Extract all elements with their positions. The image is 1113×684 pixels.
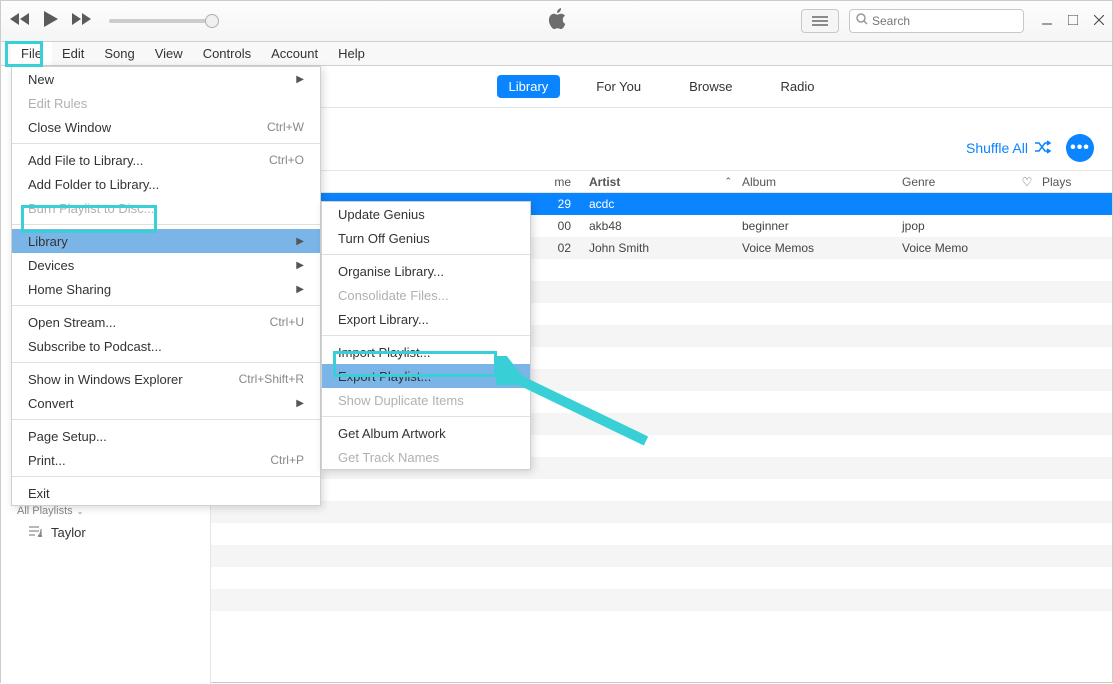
sidebar-item-taylor[interactable]: Taylor (1, 521, 210, 544)
library-submenu: Update Genius Turn Off Genius Organise L… (321, 201, 531, 470)
col-artist-label: Artist (589, 175, 620, 189)
menu-edit-rules: Edit Rules (12, 91, 320, 115)
sort-asc-icon: ⌃ (724, 176, 732, 187)
toolbar-right (801, 9, 1104, 33)
submenu-caret-icon: ▶ (296, 236, 304, 247)
search-box[interactable] (849, 9, 1024, 33)
cell-artist: acdc (581, 197, 742, 211)
cell-artist: John Smith (581, 241, 742, 255)
shuffle-label: Shuffle All (966, 140, 1028, 156)
sidebar-heading-label: All Playlists (17, 505, 73, 517)
menu-burn: Burn Playlist to Disc... (12, 196, 320, 220)
menu-subscribe[interactable]: Subscribe to Podcast... (12, 334, 320, 358)
cell-artist: akb48 (581, 219, 742, 233)
search-icon (856, 12, 868, 30)
nav-tab-library[interactable]: Library (497, 75, 561, 98)
menu-add-folder[interactable]: Add Folder to Library... (12, 172, 320, 196)
submenu-caret-icon: ▶ (296, 284, 304, 295)
search-input[interactable] (872, 14, 1017, 28)
col-album[interactable]: Album (742, 175, 902, 189)
menu-bar: File Edit Song View Controls Account Hel… (1, 42, 1112, 66)
heart-icon: ♡ (1022, 175, 1033, 189)
maximize-button[interactable] (1068, 12, 1078, 30)
menu-add-file[interactable]: Add File to Library...Ctrl+O (12, 148, 320, 172)
shuffle-all-button[interactable]: Shuffle All (966, 140, 1052, 157)
submenu-export-playlist[interactable]: Export Playlist... (322, 364, 530, 388)
nav-tab-browse[interactable]: Browse (677, 75, 744, 98)
playlist-icon (29, 525, 43, 540)
submenu-show-duplicates: Show Duplicate Items (322, 388, 530, 412)
cell-time: 00 (531, 219, 581, 233)
cell-album: beginner (742, 219, 902, 233)
chevron-down-icon: ⌄ (77, 507, 84, 516)
window-controls (1042, 12, 1104, 30)
submenu-export-library[interactable]: Export Library... (322, 307, 530, 331)
menu-home-sharing[interactable]: Home Sharing▶ (12, 277, 320, 301)
close-button[interactable] (1094, 12, 1104, 30)
minimize-button[interactable] (1042, 12, 1052, 30)
nav-tab-for-you[interactable]: For You (584, 75, 653, 98)
submenu-caret-icon: ▶ (296, 74, 304, 85)
menu-page-setup[interactable]: Page Setup... (12, 424, 320, 448)
menu-controls[interactable]: Controls (193, 42, 261, 65)
col-plays[interactable]: Plays (1042, 175, 1112, 189)
menu-song[interactable]: Song (94, 42, 144, 65)
menu-library[interactable]: Library▶ (12, 229, 320, 253)
cell-genre: jpop (902, 219, 1012, 233)
col-artist[interactable]: Artist ⌃ (581, 175, 742, 189)
menu-close-window[interactable]: Close WindowCtrl+W (12, 115, 320, 139)
menu-view[interactable]: View (145, 42, 193, 65)
menu-exit[interactable]: Exit (12, 481, 320, 505)
submenu-consolidate: Consolidate Files... (322, 283, 530, 307)
cell-time: 29 (531, 197, 581, 211)
play-button[interactable] (43, 10, 59, 33)
cell-album: Voice Memos (742, 241, 902, 255)
shuffle-icon (1034, 140, 1052, 157)
menu-account[interactable]: Account (261, 42, 328, 65)
cell-genre: Voice Memo (902, 241, 1012, 255)
fast-forward-button[interactable] (71, 12, 93, 31)
sidebar-item-label: Taylor (51, 525, 86, 540)
list-view-button[interactable] (801, 9, 839, 33)
submenu-get-track-names: Get Track Names (322, 445, 530, 469)
menu-new[interactable]: New▶ (12, 67, 320, 91)
table-header: me Artist ⌃ Album Genre ♡ Plays (211, 171, 1112, 193)
col-heart[interactable]: ♡ (1012, 175, 1042, 189)
nav-tab-radio[interactable]: Radio (768, 75, 826, 98)
col-time[interactable]: me (531, 175, 581, 189)
menu-open-stream[interactable]: Open Stream...Ctrl+U (12, 310, 320, 334)
submenu-caret-icon: ▶ (296, 398, 304, 409)
submenu-update-genius[interactable]: Update Genius (322, 202, 530, 226)
rewind-button[interactable] (9, 12, 31, 31)
menu-show-explorer[interactable]: Show in Windows ExplorerCtrl+Shift+R (12, 367, 320, 391)
menu-edit[interactable]: Edit (52, 42, 94, 65)
more-button[interactable]: ••• (1066, 134, 1094, 162)
playback-controls (9, 10, 93, 33)
apple-logo-icon (547, 7, 567, 36)
submenu-organise[interactable]: Organise Library... (322, 259, 530, 283)
menu-convert[interactable]: Convert▶ (12, 391, 320, 415)
submenu-turn-off-genius[interactable]: Turn Off Genius (322, 226, 530, 250)
cell-time: 02 (531, 241, 581, 255)
volume-thumb[interactable] (205, 14, 219, 28)
file-menu-dropdown: New▶ Edit Rules Close WindowCtrl+W Add F… (11, 66, 321, 506)
menu-devices[interactable]: Devices▶ (12, 253, 320, 277)
ellipsis-icon: ••• (1070, 139, 1090, 157)
menu-file[interactable]: File (11, 42, 52, 65)
menu-print[interactable]: Print...Ctrl+P (12, 448, 320, 472)
col-genre[interactable]: Genre (902, 175, 1012, 189)
submenu-get-artwork[interactable]: Get Album Artwork (322, 421, 530, 445)
submenu-caret-icon: ▶ (296, 260, 304, 271)
content-header: c minutes Shuffle All ••• (211, 108, 1112, 171)
volume-slider[interactable] (109, 19, 219, 23)
menu-help[interactable]: Help (328, 42, 375, 65)
top-toolbar (1, 1, 1112, 42)
submenu-import-playlist[interactable]: Import Playlist... (322, 340, 530, 364)
nav-area: Library For You Browse Radio (211, 66, 1112, 108)
